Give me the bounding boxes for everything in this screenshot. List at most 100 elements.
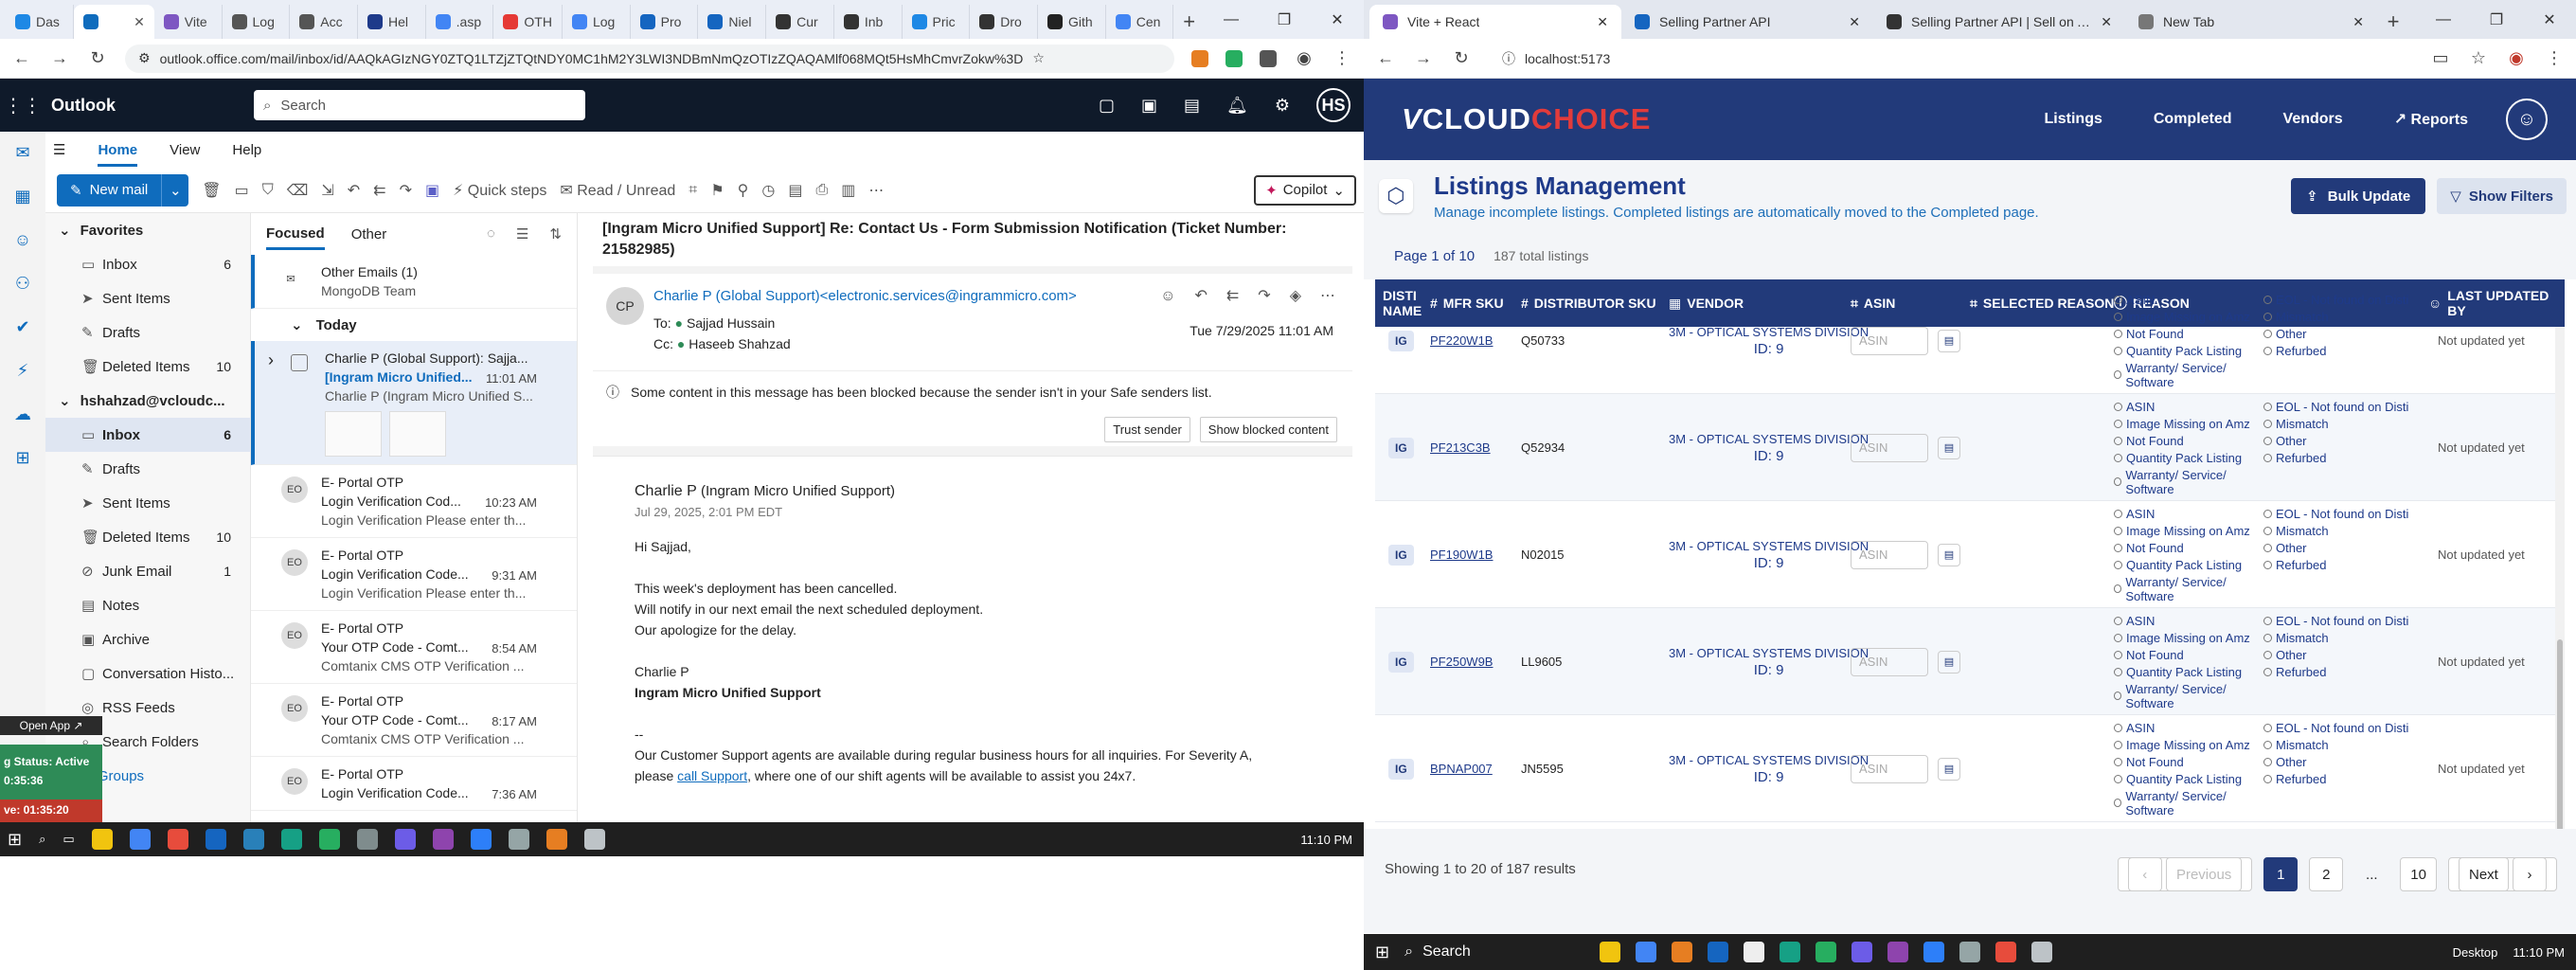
reason-radio[interactable]: Not Found	[2114, 648, 2263, 662]
browser-tab[interactable]: Gith	[1038, 5, 1106, 39]
reason-radio[interactable]: Not Found	[2114, 434, 2263, 448]
reason-radio[interactable]: Refurbed	[2263, 665, 2415, 679]
reason-radio[interactable]: Warranty/ Service/ Software	[2114, 468, 2263, 496]
browser-tab[interactable]: Das	[6, 5, 74, 39]
reason-radio[interactable]: Mismatch	[2263, 524, 2415, 538]
browser-tab[interactable]: Vite + React ✕	[1369, 5, 1621, 39]
people-icon[interactable]: ☺	[11, 228, 34, 251]
browser-tab[interactable]: Log	[563, 5, 631, 39]
favorites-header[interactable]: ⌄ Favorites	[45, 213, 250, 247]
page-2-button[interactable]: 2	[2309, 857, 2344, 891]
asin-input[interactable]: ASIN	[1851, 754, 1928, 783]
report-icon[interactable]: ⛉	[262, 182, 274, 199]
sender-avatar[interactable]: CP	[606, 287, 644, 325]
close-icon[interactable]: ✕	[2352, 14, 2364, 30]
app-icon[interactable]	[205, 829, 226, 850]
app-icon[interactable]	[167, 829, 188, 850]
app-icon[interactable]	[280, 829, 302, 850]
app-icon[interactable]	[1672, 942, 1693, 962]
bulk-update-button[interactable]: ⇪ Bulk Update	[2291, 178, 2426, 214]
new-tab-icon[interactable]: +	[1173, 5, 1205, 39]
reason-radio[interactable]: EOL - Not found on Disti	[2263, 400, 2415, 414]
profile-icon[interactable]: ◉	[2506, 48, 2527, 68]
chrome-icon[interactable]	[1636, 942, 1657, 962]
copilot-button[interactable]: ✦ Copilot ⌄	[1254, 174, 1356, 206]
asin-input[interactable]: ASIN	[1851, 647, 1928, 676]
today-group-header[interactable]: ⌄ Today	[251, 309, 577, 341]
file-explorer-icon[interactable]	[91, 829, 113, 850]
reason-radio[interactable]: Quantity Pack Listing	[2114, 451, 2263, 465]
back-icon[interactable]: ←	[11, 48, 32, 68]
browser-tab[interactable]: Hel	[358, 5, 426, 39]
browser-tab[interactable]: Dro	[970, 5, 1038, 39]
reply-all-icon[interactable]: ⇇	[1226, 283, 1239, 310]
onedrive-icon[interactable]: ☁	[11, 403, 34, 425]
windows-start-icon[interactable]: ⊞	[1375, 943, 1389, 962]
nav-listings[interactable]: Listings	[2045, 111, 2102, 128]
hamburger-icon[interactable]: ☰	[53, 141, 65, 158]
trust-sender-button[interactable]: Trust sender	[1104, 416, 1190, 442]
reason-radio[interactable]: EOL - Not found on Disti	[2263, 293, 2415, 307]
loop-icon[interactable]: ◈	[1290, 283, 1301, 310]
maximize-icon[interactable]: ❐	[2470, 10, 2523, 29]
folder-item[interactable]: ✎ Drafts	[45, 315, 250, 350]
app-icon[interactable]	[546, 829, 567, 850]
select-icon[interactable]: ◌	[487, 225, 495, 242]
close-icon[interactable]: ✕	[1311, 10, 1364, 29]
app-icon[interactable]	[242, 829, 264, 850]
site-info-icon[interactable]: ⓘ	[1502, 49, 1515, 68]
page-10-button[interactable]: 10	[2400, 857, 2437, 891]
browser-tab[interactable]: Pro	[631, 5, 699, 39]
reason-radio[interactable]: Quantity Pack Listing	[2114, 344, 2263, 358]
list-item[interactable]: › Charlie P (Global Support): Sajja... [In…	[251, 341, 577, 465]
app-icon[interactable]	[1852, 942, 1873, 962]
app-icon[interactable]	[394, 829, 416, 850]
app-icon[interactable]	[2031, 942, 2053, 962]
onenote-icon[interactable]	[432, 829, 454, 850]
reason-radio[interactable]: Mismatch	[2263, 310, 2415, 324]
chevron-right-icon[interactable]: ›	[268, 350, 274, 369]
windows-start-icon[interactable]: ⊞	[8, 830, 22, 850]
reason-radio[interactable]: Other	[2263, 755, 2415, 769]
close-icon[interactable]: ✕	[2523, 10, 2576, 29]
vscode-icon[interactable]	[1923, 942, 1945, 962]
mfr-sku-link[interactable]: PF190W1B	[1430, 548, 1493, 562]
list-item[interactable]: EO E- Portal OTP Your OTP Code - Comt... 8:…	[251, 611, 577, 684]
folder-item[interactable]: ▭ Inbox 6	[45, 418, 250, 452]
nav-completed[interactable]: Completed	[2154, 111, 2232, 128]
menu-dots-icon[interactable]: ⋮	[1332, 48, 1352, 68]
folder-item[interactable]: 🗑︎ Deleted Items 10	[45, 520, 250, 554]
browser-tab[interactable]: Inb	[834, 5, 903, 39]
sort-icon[interactable]: ⇅	[549, 225, 562, 242]
reason-radio[interactable]: Not Found	[2114, 541, 2263, 555]
meet-now-icon[interactable]: ▢	[1099, 96, 1115, 116]
call-support-link[interactable]: call Support	[677, 768, 747, 783]
move-icon[interactable]: ⇲	[321, 181, 333, 200]
browser-tab[interactable]: Acc	[290, 5, 358, 39]
reason-radio[interactable]: Warranty/ Service/ Software	[2114, 789, 2263, 817]
other-emails-item[interactable]: ✉ Other Emails (1) MongoDB Team	[251, 255, 577, 309]
nav-vendors[interactable]: Vendors	[2283, 111, 2343, 128]
attachment-thumbnails[interactable]	[325, 411, 562, 457]
search-icon[interactable]: ⌕	[39, 832, 45, 847]
browser-tab[interactable]: New Tab ✕	[2125, 5, 2377, 39]
mfr-sku-link[interactable]: PF213C3B	[1430, 440, 1491, 455]
reason-radio[interactable]: Refurbed	[2263, 344, 2415, 358]
folder-item[interactable]: ➤ Sent Items	[45, 486, 250, 520]
reason-radio[interactable]: Quantity Pack Listing	[2114, 772, 2263, 786]
excel-icon[interactable]	[1816, 942, 1837, 962]
forward-mail-icon[interactable]: ↷	[1258, 283, 1270, 310]
app-icon[interactable]	[1708, 942, 1729, 962]
table-scrollbar[interactable]	[2555, 327, 2565, 829]
reason-radio[interactable]: Image Missing on Amz	[2114, 417, 2263, 431]
reason-radio[interactable]: Mismatch	[2263, 738, 2415, 752]
reason-radio[interactable]: ASIN	[2114, 721, 2263, 735]
attachment-thumbnail[interactable]	[325, 411, 382, 457]
more-apps-icon[interactable]: ⊞	[11, 446, 34, 469]
reason-radio[interactable]: Other	[2263, 648, 2415, 662]
mfr-sku-link[interactable]: PF220W1B	[1430, 333, 1493, 348]
immersive-reader-icon[interactable]: ▥	[841, 181, 855, 200]
url-field[interactable]: ⓘ localhost:5173	[1489, 44, 2413, 73]
account-header[interactable]: ⌄ hshahzad@vcloudc...	[45, 384, 250, 418]
chevron-down-icon[interactable]: ⌄	[162, 182, 188, 199]
